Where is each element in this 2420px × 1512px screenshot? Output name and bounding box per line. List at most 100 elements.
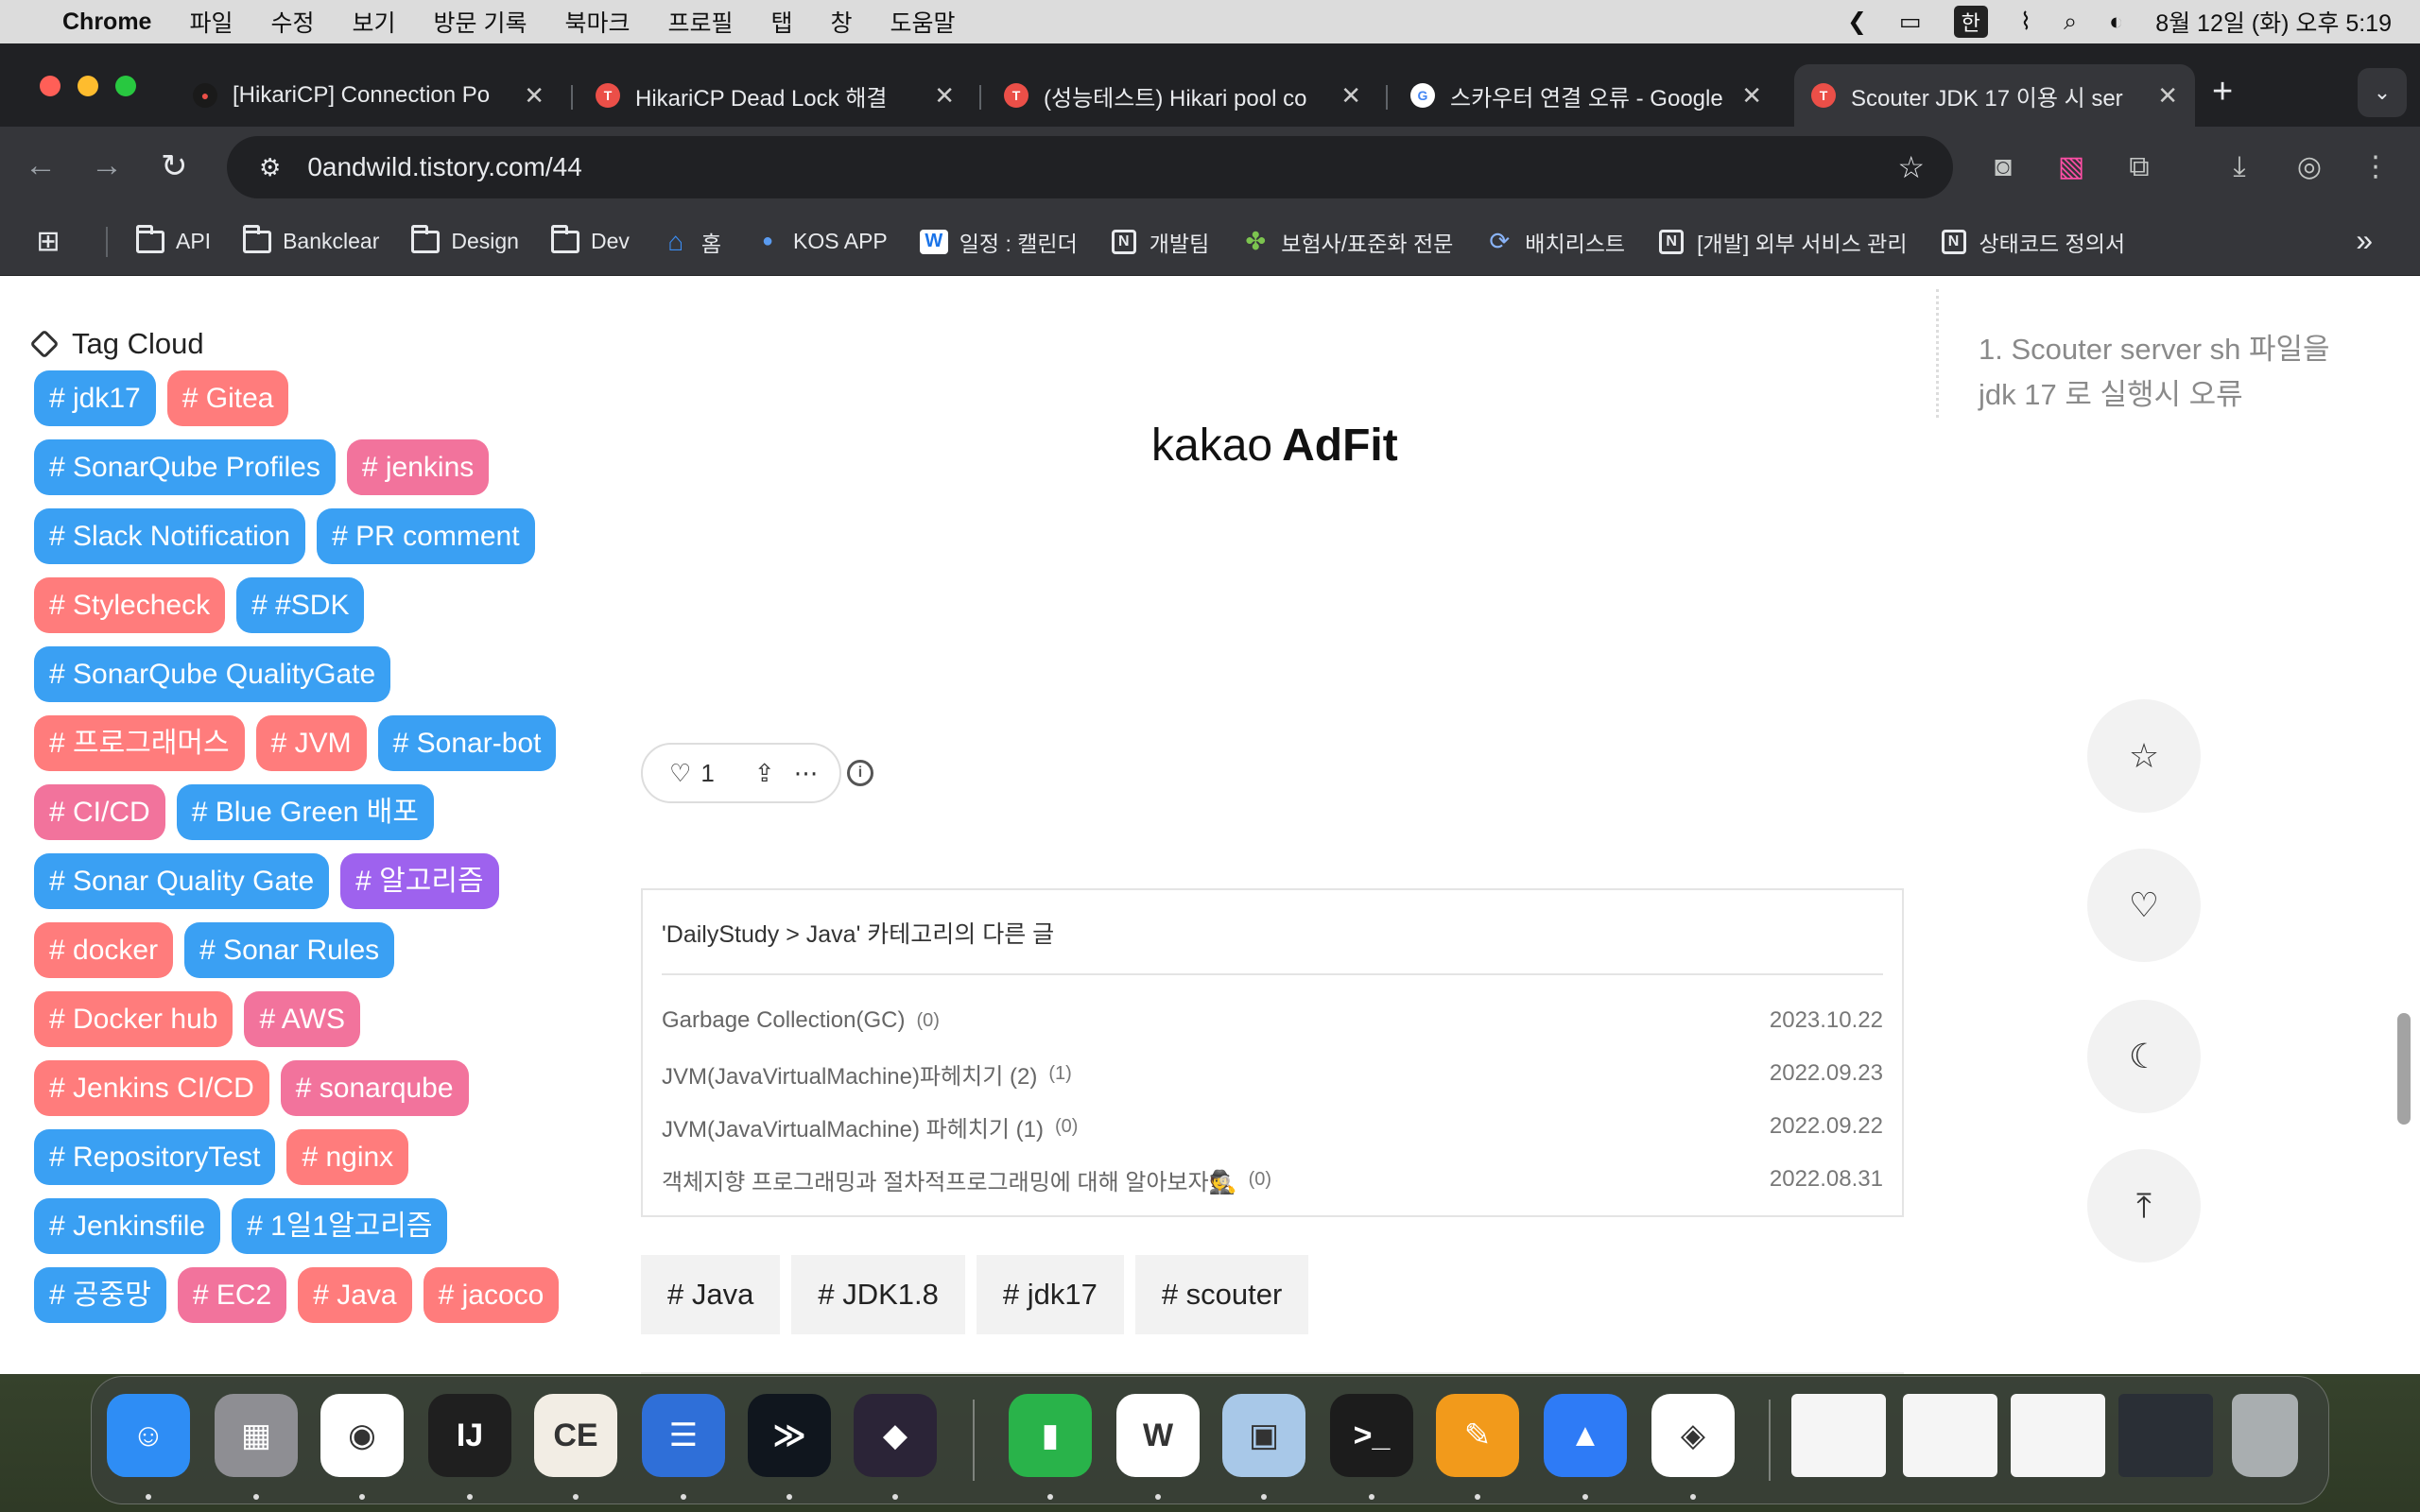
- tag-cloud-tag[interactable]: # jenkins: [346, 439, 490, 495]
- site-settings-icon[interactable]: ⚙: [259, 153, 281, 182]
- dock-app-dbeaver-icon[interactable]: CE: [534, 1394, 617, 1477]
- apps-grid-icon[interactable]: ⊞: [34, 226, 74, 257]
- tag-cloud-tag[interactable]: # Slack Notification: [34, 508, 306, 564]
- wifi-off-icon[interactable]: ⌇: [2020, 8, 2031, 36]
- tag-cloud-tag[interactable]: # 공중망: [34, 1267, 166, 1323]
- tag-cloud-tag[interactable]: # SonarQube QualityGate: [34, 646, 391, 702]
- post-tag[interactable]: # JDK1.8: [791, 1255, 965, 1334]
- tag-cloud-tag[interactable]: # EC2: [177, 1267, 287, 1323]
- dock-app-naver-box-icon[interactable]: ◈: [1651, 1394, 1735, 1477]
- page-scrollbar-thumb[interactable]: [2397, 1013, 2411, 1125]
- bookmark-insurance[interactable]: ✤ 보험사/표준화 전문: [1241, 226, 1453, 258]
- related-post-item[interactable]: JVM(JavaVirtualMachine) 파헤치기 (1) (0) 2022.…: [662, 1100, 1883, 1153]
- menu-window[interactable]: 창: [831, 5, 853, 39]
- tag-cloud-tag[interactable]: # Sonar-bot: [377, 715, 557, 771]
- related-post-item[interactable]: 객체지향 프로그래밍과 절차적프로그래밍에 대해 알아보자🕵️ (0) 2022.0…: [662, 1153, 1883, 1206]
- window-close-button[interactable]: [40, 76, 60, 96]
- scroll-to-top-button[interactable]: ⤒: [2087, 1149, 2201, 1263]
- dock-app-keynote-icon[interactable]: ▲: [1544, 1394, 1627, 1477]
- dock-app-finder-icon[interactable]: ☺: [107, 1394, 190, 1477]
- menu-file[interactable]: 파일: [189, 5, 233, 39]
- dock-app-obsidian-icon[interactable]: ◆: [854, 1394, 937, 1477]
- tab-close-icon[interactable]: ✕: [934, 81, 955, 111]
- tab-hikaricp-deadlock[interactable]: T HikariCP Dead Lock 해결 ✕: [579, 64, 972, 127]
- dock-window-thumbnail-numbers[interactable]: [1791, 1394, 1886, 1477]
- tag-cloud-tag[interactable]: # PR comment: [317, 508, 535, 564]
- like-heart-button[interactable]: ♡: [2087, 849, 2201, 962]
- tag-cloud-tag[interactable]: # 알고리즘: [340, 853, 499, 909]
- input-method-indicator[interactable]: 한: [1953, 6, 1988, 38]
- tag-cloud-tag[interactable]: # Sonar Quality Gate: [34, 853, 330, 909]
- bookmark-batch-list[interactable]: ⟳ 배치리스트: [1485, 226, 1625, 258]
- dock-app-chrome-icon[interactable]: ◉: [320, 1394, 404, 1477]
- tab-search-chevron-down-icon[interactable]: ⌄: [2358, 68, 2407, 117]
- trash-icon[interactable]: [2232, 1394, 2298, 1477]
- tag-cloud-tag[interactable]: # Jenkins CI/CD: [34, 1060, 269, 1116]
- bookmark-kos-app[interactable]: ● KOS APP: [753, 229, 888, 254]
- tag-cloud-tag[interactable]: # JVM: [255, 715, 367, 771]
- back-arrow-icon[interactable]: ←: [25, 147, 57, 184]
- bookmark-folder-api[interactable]: API: [136, 224, 211, 254]
- related-post-item[interactable]: Garbage Collection(GC) (0) 2023.10.22: [662, 994, 1883, 1047]
- menu-view[interactable]: 보기: [353, 5, 396, 39]
- tab-close-icon[interactable]: ✕: [2157, 81, 2178, 111]
- dock-app-terminal-icon[interactable]: >_: [1330, 1394, 1413, 1477]
- spotlight-search-icon[interactable]: ⌕: [2064, 9, 2077, 36]
- new-tab-plus-icon[interactable]: +: [2212, 72, 2233, 112]
- menu-bookmarks[interactable]: 북마크: [564, 5, 630, 39]
- tag-cloud-tag[interactable]: # Jenkinsfile: [34, 1198, 221, 1254]
- tab-hikaricp-connection[interactable]: ● [HikariCP] Connection Po ✕: [176, 64, 562, 127]
- dock-window-thumbnail-ide[interactable]: [2118, 1394, 2213, 1477]
- extensions-puzzle-icon[interactable]: ⧉: [2123, 151, 2155, 183]
- tag-cloud-tag[interactable]: # Java: [298, 1267, 412, 1323]
- tab-close-icon[interactable]: ✕: [1741, 81, 1762, 111]
- related-post-title[interactable]: 객체지향 프로그래밍과 절차적프로그래밍에 대해 알아보자🕵️: [662, 1163, 1237, 1196]
- tag-cloud-tag[interactable]: # Gitea: [166, 370, 289, 426]
- address-bar[interactable]: ⚙ 0andwild.tistory.com/44 ☆: [227, 136, 1953, 198]
- tag-cloud-tag[interactable]: # AWS: [244, 991, 361, 1047]
- menu-app-name[interactable]: Chrome: [62, 9, 151, 36]
- forward-arrow-icon[interactable]: →: [91, 147, 123, 184]
- related-post-title[interactable]: JVM(JavaVirtualMachine)파헤치기 (2): [662, 1057, 1037, 1091]
- post-tag[interactable]: # scouter: [1134, 1255, 1309, 1334]
- tag-cloud-tag[interactable]: # Blue Green 배포: [176, 784, 434, 840]
- post-tag[interactable]: # Java: [641, 1255, 781, 1334]
- window-minimize-button[interactable]: [78, 76, 98, 96]
- tag-cloud-tag[interactable]: # 프로그래머스: [34, 715, 245, 771]
- chrome-menu-kebab-icon[interactable]: ⋮: [2360, 151, 2392, 183]
- bookmark-folder-dev[interactable]: Dev: [550, 224, 630, 254]
- dock-window-thumbnail-sheet[interactable]: [1903, 1394, 1997, 1477]
- tag-cloud-tag[interactable]: # CI/CD: [34, 784, 165, 840]
- dock-app-pages-icon[interactable]: ✎: [1436, 1394, 1519, 1477]
- menu-profile[interactable]: 프로필: [667, 5, 733, 39]
- tag-cloud-tag[interactable]: # Stylecheck: [34, 577, 226, 633]
- bookmark-status-codes[interactable]: N 상태코드 정의서: [1940, 226, 2125, 258]
- share-icon[interactable]: ⇪: [754, 759, 775, 788]
- dark-mode-button[interactable]: ☾: [2087, 1000, 2201, 1113]
- tab-close-icon[interactable]: ✕: [1340, 81, 1361, 111]
- more-dots-icon[interactable]: ⋯: [794, 759, 819, 788]
- window-zoom-button[interactable]: [115, 76, 136, 96]
- favorite-star-button[interactable]: ☆: [2087, 699, 2201, 813]
- dock-app-launchpad-icon[interactable]: ▦: [215, 1394, 298, 1477]
- bookmark-dev-team[interactable]: N 개발팀: [1110, 226, 1209, 258]
- screenshot-camera-icon[interactable]: ◙: [1987, 151, 2019, 183]
- menu-history[interactable]: 방문 기록: [434, 5, 527, 39]
- color-picker-extension-icon[interactable]: ▧: [2055, 151, 2087, 183]
- address-url[interactable]: 0andwild.tistory.com/44: [307, 152, 582, 182]
- dock-app-naver-whale-icon[interactable]: W: [1116, 1394, 1200, 1477]
- control-center-icon[interactable]: ◐: [2109, 9, 2123, 36]
- related-post-title[interactable]: Garbage Collection(GC): [662, 1007, 905, 1034]
- bookmark-folder-bankclear[interactable]: Bankclear: [243, 224, 379, 254]
- bookmark-calendar[interactable]: W 일정 : 캘린더: [919, 226, 1078, 258]
- tag-cloud-tag[interactable]: # #SDK: [236, 577, 365, 633]
- tab-scouter-jdk17-active[interactable]: T Scouter JDK 17 이용 시 ser ✕: [1794, 64, 2195, 127]
- tag-cloud-tag[interactable]: # SonarQube Profiles: [34, 439, 336, 495]
- bookmark-external-services[interactable]: N [개발] 외부 서비스 관리: [1657, 226, 1908, 258]
- tab-performance-test[interactable]: T (성능테스트) Hikari pool co ✕: [987, 64, 1378, 127]
- profile-avatar-icon[interactable]: ◎: [2293, 151, 2325, 183]
- dock-window-thumbnail-chrome[interactable]: [2011, 1394, 2105, 1477]
- tab-google-search[interactable]: G 스카우터 연결 오류 - Google ✕: [1393, 64, 1779, 127]
- tag-cloud-tag[interactable]: # nginx: [286, 1129, 409, 1185]
- post-tag[interactable]: # jdk17: [976, 1255, 1124, 1334]
